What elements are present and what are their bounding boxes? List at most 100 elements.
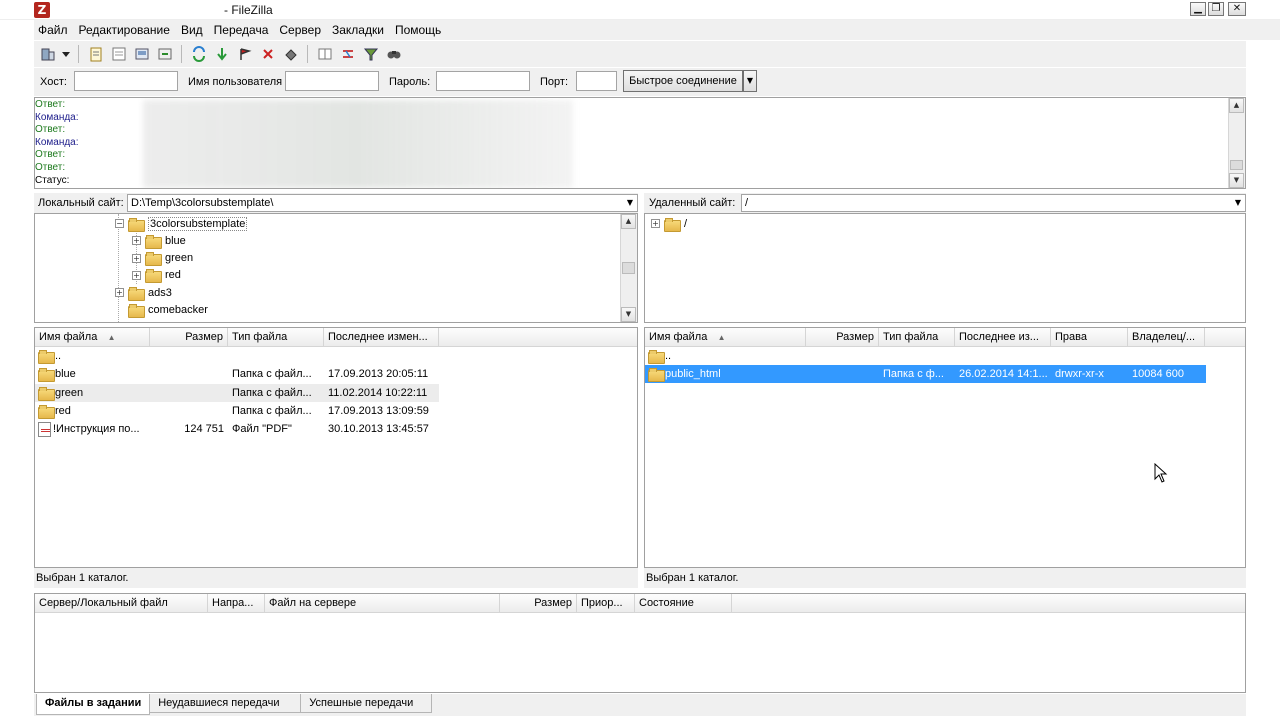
port-input[interactable] <box>576 71 617 91</box>
chevron-down-icon[interactable]: ▼ <box>1231 195 1245 211</box>
column-header[interactable]: Последнее из... <box>955 328 1051 347</box>
local-tree-scrollbar[interactable]: ▲ ▼ <box>620 214 637 322</box>
remote-tree-icon[interactable] <box>132 45 151 64</box>
directory-compare-icon[interactable] <box>315 45 334 64</box>
folder-icon <box>38 404 55 419</box>
column-header[interactable]: Размер <box>150 328 228 347</box>
table-row[interactable]: .. <box>645 347 1206 365</box>
menu-item-6[interactable]: Помощь <box>391 23 448 37</box>
column-header[interactable]: Последнее измен... <box>324 328 439 347</box>
local-directory-tree[interactable]: − 3colorsubstemplate + blue + green + red + ads3 c… <box>34 213 638 323</box>
expand-icon[interactable]: + <box>132 253 141 263</box>
menu-item-0[interactable]: Файл <box>34 23 75 37</box>
queue-tab-1[interactable]: Неудавшиеся передачи <box>149 694 302 713</box>
sync-browse-icon[interactable] <box>338 45 357 64</box>
message-log-icon[interactable] <box>86 45 105 64</box>
redacted-log-content <box>143 100 573 188</box>
log-scrollbar[interactable]: ▲ ▼ <box>1228 98 1245 188</box>
menu-item-1[interactable]: Редактирование <box>75 23 177 37</box>
reconnect-icon[interactable] <box>281 45 300 64</box>
column-header[interactable]: Тип файла <box>228 328 324 347</box>
scroll-thumb[interactable] <box>1230 160 1243 170</box>
column-header-label: Приор... <box>581 597 623 609</box>
queue-tab-0[interactable]: Файлы в задании <box>36 694 151 715</box>
site-manager-icon[interactable] <box>38 45 57 64</box>
dropdown-arrow-icon[interactable] <box>61 45 71 64</box>
cancel-icon[interactable] <box>235 45 254 64</box>
refresh-icon[interactable] <box>189 45 208 64</box>
column-header-label: Размер <box>534 597 572 609</box>
expand-icon[interactable]: + <box>651 219 660 228</box>
column-header[interactable]: Сервер/Локальный файл <box>35 594 208 613</box>
message-log[interactable]: Ответ: Команда: Ответ: Команда: Ответ: Ответ:… <box>34 97 1246 189</box>
column-header[interactable]: Права <box>1051 328 1128 347</box>
port-label: Порт: <box>540 76 568 88</box>
remote-file-list[interactable]: Имя файла ▲ Размер Тип файла Последнее из..… <box>644 327 1246 568</box>
scroll-down-icon[interactable]: ▼ <box>1229 173 1244 188</box>
transfer-queue[interactable]: Сервер/Локальный файл Напра... Файл на сер… <box>34 593 1246 693</box>
scroll-up-icon[interactable]: ▲ <box>621 214 636 229</box>
column-header[interactable]: Состояние <box>635 594 732 613</box>
menu-item-2[interactable]: Вид <box>177 23 210 37</box>
tree-item[interactable]: + blue <box>132 232 186 249</box>
queue-icon[interactable] <box>155 45 174 64</box>
host-input[interactable] <box>74 71 178 91</box>
password-input[interactable] <box>436 71 530 91</box>
disconnect-icon[interactable] <box>258 45 277 64</box>
cell-text: .. <box>55 350 62 362</box>
local-file-list[interactable]: Имя файла ▲ Размер Тип файла Последнее изме… <box>34 327 638 568</box>
menu-item-5[interactable]: Закладки <box>328 23 391 37</box>
menu-item-4[interactable]: Сервер <box>275 23 328 37</box>
table-row[interactable]: red Папка с файл... 17.09.2013 13:09:59 <box>35 402 439 420</box>
tree-item[interactable]: + green <box>132 250 193 267</box>
column-header[interactable]: Имя файла ▲ <box>645 328 806 347</box>
filezilla-app-icon[interactable]: Z <box>34 2 50 18</box>
local-path-combo[interactable]: D:\Temp\3colorsubstemplate\ ▼ <box>127 194 638 212</box>
column-header[interactable]: Тип файла <box>879 328 955 347</box>
cell-type: Папка с файл... <box>228 365 324 383</box>
queue-header: Сервер/Локальный файл Напра... Файл на сер… <box>35 594 1245 613</box>
column-header-label: Напра... <box>212 597 254 609</box>
expand-icon[interactable]: + <box>132 270 141 280</box>
quickconnect-history-dropdown-icon[interactable]: ▼ <box>743 70 757 92</box>
column-header[interactable]: Размер <box>806 328 879 347</box>
minimize-icon[interactable]: ▁ <box>1190 2 1206 16</box>
menu-item-3[interactable]: Передача <box>210 23 276 37</box>
chevron-down-icon[interactable]: ▼ <box>623 195 637 211</box>
column-header[interactable]: Напра... <box>208 594 265 613</box>
restore-icon[interactable]: ❐ <box>1208 2 1224 16</box>
search-icon[interactable] <box>384 45 403 64</box>
scroll-down-icon[interactable]: ▼ <box>621 307 636 322</box>
scroll-up-icon[interactable]: ▲ <box>1229 98 1244 113</box>
collapse-icon[interactable]: − <box>115 219 124 228</box>
tree-item[interactable]: − 3colorsubstemplate <box>115 215 248 232</box>
column-header-label: Размер <box>185 331 223 343</box>
close-icon[interactable]: ✕ <box>1228 2 1246 16</box>
scroll-thumb[interactable] <box>622 262 635 274</box>
column-header[interactable]: Владелец/... <box>1128 328 1205 347</box>
table-row[interactable]: public_html Папка с ф... 26.02.2014 14:1..… <box>645 365 1206 384</box>
username-input[interactable] <box>285 71 379 91</box>
expand-icon[interactable]: + <box>132 236 141 246</box>
local-tree-icon[interactable] <box>109 45 128 64</box>
table-row[interactable]: green Папка с файл... 11.02.2014 10:22:11 <box>35 383 439 402</box>
column-header[interactable]: Размер <box>500 594 577 613</box>
tree-item[interactable]: + ads3 <box>115 284 172 301</box>
column-header[interactable]: Имя файла ▲ <box>35 328 150 347</box>
column-header[interactable]: Файл на сервере <box>265 594 500 613</box>
table-row[interactable]: .. <box>35 347 439 365</box>
filter-icon[interactable] <box>361 45 380 64</box>
table-row[interactable]: blue Папка с файл... 17.09.2013 20:05:11 <box>35 365 439 383</box>
column-header[interactable]: Приор... <box>577 594 635 613</box>
tree-item[interactable]: + / <box>651 215 687 232</box>
remote-path-combo[interactable]: / ▼ <box>741 194 1246 212</box>
quickconnect-button[interactable]: Быстрое соединение <box>623 70 743 92</box>
process-queue-icon[interactable] <box>212 45 231 64</box>
tree-item[interactable]: + red <box>132 267 181 284</box>
expand-icon[interactable]: + <box>115 288 124 298</box>
tree-item[interactable]: comebacker <box>115 302 208 319</box>
toolbar <box>34 41 1246 67</box>
remote-directory-tree[interactable]: + / <box>644 213 1246 323</box>
queue-tab-2[interactable]: Успешные передачи <box>300 694 433 713</box>
table-row[interactable]: !Инструкция по... 124 751 Файл "PDF" 30.10.… <box>35 420 439 438</box>
